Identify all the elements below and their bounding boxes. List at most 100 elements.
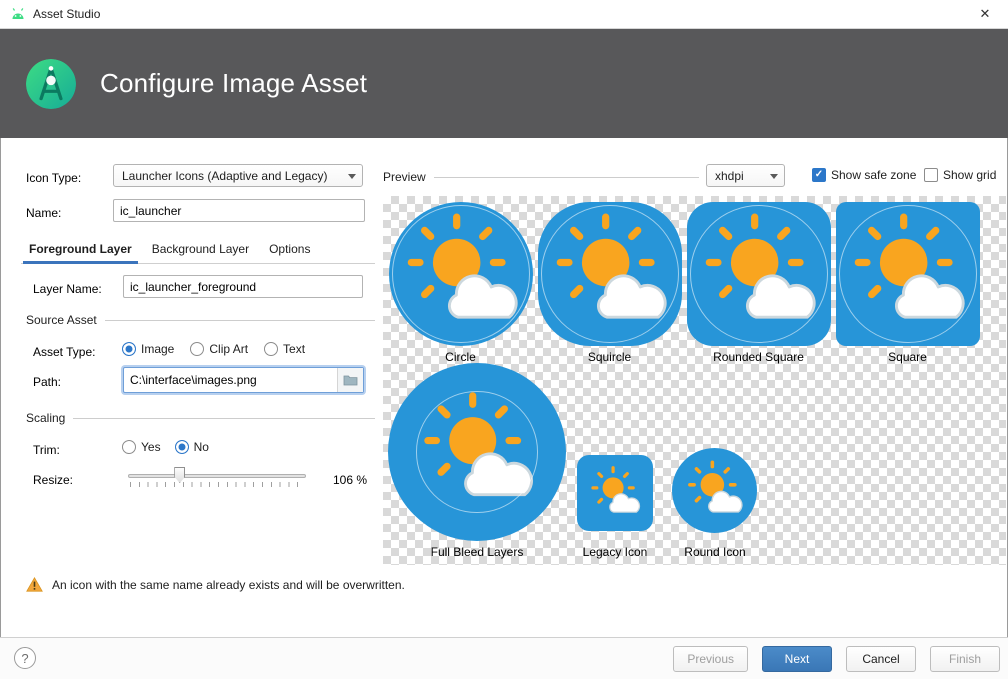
- show-grid-label[interactable]: Show grid: [943, 168, 996, 182]
- radio-trim-yes[interactable]: Yes: [122, 440, 161, 454]
- launcher-icon-rounded-square: [687, 202, 831, 346]
- footer-bar: ? Previous Next Cancel Finish: [0, 637, 1008, 679]
- name-label: Name:: [26, 206, 61, 220]
- slider-ticks: [130, 482, 306, 487]
- window-title: Asset Studio: [33, 7, 100, 21]
- radio-text-label[interactable]: Text: [283, 342, 305, 356]
- sun-cloud-icon: [389, 202, 533, 346]
- launcher-icon-square: [836, 202, 980, 346]
- radio-clip-art-dot[interactable]: [190, 342, 204, 356]
- wizard-header: Configure Image Asset: [0, 29, 1008, 138]
- adaptive-previews-row: Circle Squircle Rounded Square: [388, 202, 980, 364]
- android-icon: [10, 6, 26, 22]
- launcher-icon-circle: [389, 202, 533, 346]
- preview-item: Squircle: [537, 202, 682, 364]
- source-asset-label: Source Asset: [26, 313, 97, 327]
- previous-button[interactable]: Previous: [673, 646, 748, 672]
- asset-studio-window: Asset Studio ✕ Configure Image Asset Ico…: [0, 0, 1008, 679]
- preview-item: Rounded Square: [686, 202, 831, 364]
- resize-slider-thumb[interactable]: [174, 467, 185, 483]
- density-value: xhdpi: [715, 169, 770, 183]
- layer-tabs: Foreground Layer Background Layer Option…: [21, 237, 375, 264]
- chevron-down-icon: [770, 174, 778, 183]
- preview-item: Square: [835, 202, 980, 364]
- scaling-separator: Scaling: [26, 411, 375, 425]
- path-field: [123, 367, 364, 393]
- preview-item-label: Squircle: [588, 350, 631, 364]
- launcher-icon-full-bleed: [388, 363, 566, 541]
- radio-text[interactable]: Text: [264, 342, 305, 356]
- folder-icon: [343, 374, 358, 386]
- name-input[interactable]: [113, 199, 365, 222]
- radio-image-dot[interactable]: [122, 342, 136, 356]
- finish-button[interactable]: Finish: [930, 646, 1000, 672]
- radio-text-dot[interactable]: [264, 342, 278, 356]
- radio-trim-no-dot[interactable]: [175, 440, 189, 454]
- sun-cloud-icon: [388, 363, 566, 541]
- radio-trim-yes-dot[interactable]: [122, 440, 136, 454]
- icon-type-label: Icon Type:: [26, 171, 81, 185]
- density-dropdown[interactable]: xhdpi: [706, 164, 785, 187]
- preview-item: Circle: [388, 202, 533, 364]
- cancel-button[interactable]: Cancel: [846, 646, 916, 672]
- radio-clip-art-label[interactable]: Clip Art: [209, 342, 248, 356]
- preview-separator: Preview: [383, 166, 699, 188]
- page-title: Configure Image Asset: [100, 68, 367, 99]
- launcher-icon-round: [672, 448, 757, 533]
- preview-item-label: Full Bleed Layers: [388, 545, 566, 559]
- icon-type-dropdown[interactable]: Launcher Icons (Adaptive and Legacy): [113, 164, 363, 187]
- layer-name-label: Layer Name:: [33, 282, 102, 296]
- sun-cloud-icon: [672, 448, 757, 533]
- show-safe-zone-checkbox[interactable]: ✓ Show safe zone: [812, 168, 916, 182]
- trim-radio-group: Yes No: [122, 440, 209, 454]
- android-studio-logo-icon: [26, 59, 76, 109]
- preview-panel: Circle Squircle Rounded Square: [383, 196, 1006, 565]
- dialog-buttons: Previous Next Cancel Finish: [673, 646, 1000, 672]
- help-icon[interactable]: ?: [14, 647, 36, 669]
- next-button[interactable]: Next: [762, 646, 832, 672]
- browse-folder-button[interactable]: [337, 368, 363, 392]
- show-grid-checkbox[interactable]: Show grid: [924, 168, 996, 182]
- trim-label: Trim:: [33, 443, 60, 457]
- sun-cloud-icon: [836, 202, 980, 346]
- preview-item-label: Square: [888, 350, 927, 364]
- preview-item-label: Round Icon: [645, 545, 785, 559]
- scaling-label: Scaling: [26, 411, 65, 425]
- preview-item-label: Rounded Square: [713, 350, 804, 364]
- tab-options[interactable]: Options: [261, 237, 318, 263]
- asset-type-label: Asset Type:: [33, 345, 95, 359]
- icon-type-value: Launcher Icons (Adaptive and Legacy): [122, 169, 348, 183]
- radio-trim-yes-label[interactable]: Yes: [141, 440, 161, 454]
- resize-label: Resize:: [33, 473, 73, 487]
- warning-text: An icon with the same name already exist…: [52, 578, 405, 592]
- launcher-icon-squircle: [538, 202, 682, 346]
- radio-trim-no-label[interactable]: No: [194, 440, 209, 454]
- titlebar: Asset Studio ✕: [0, 0, 1008, 29]
- path-input[interactable]: [124, 368, 337, 392]
- radio-clip-art[interactable]: Clip Art: [190, 342, 248, 356]
- radio-image-label[interactable]: Image: [141, 342, 174, 356]
- resize-value: 106 %: [333, 473, 367, 487]
- checkbox-unchecked[interactable]: [924, 168, 938, 182]
- checkbox-check-icon[interactable]: ✓: [812, 168, 826, 182]
- path-label: Path:: [33, 375, 61, 389]
- sun-cloud-icon: [687, 202, 831, 346]
- chevron-down-icon: [348, 174, 356, 183]
- launcher-icon-legacy: [577, 455, 653, 531]
- close-icon[interactable]: ✕: [962, 0, 1008, 28]
- sun-cloud-icon: [538, 202, 682, 346]
- asset-type-radio-group: Image Clip Art Text: [122, 342, 305, 356]
- layer-name-input[interactable]: [123, 275, 363, 298]
- radio-image[interactable]: Image: [122, 342, 174, 356]
- tab-background-layer[interactable]: Background Layer: [144, 237, 257, 263]
- warning-triangle-icon: [26, 577, 43, 592]
- sun-cloud-icon: [577, 455, 653, 531]
- resize-slider[interactable]: [128, 466, 306, 488]
- slider-track: [128, 474, 306, 478]
- preview-item-label: Circle: [445, 350, 476, 364]
- source-asset-separator: Source Asset: [26, 313, 375, 327]
- tab-foreground-layer[interactable]: Foreground Layer: [21, 237, 140, 263]
- radio-trim-no[interactable]: No: [175, 440, 209, 454]
- show-safe-zone-label[interactable]: Show safe zone: [831, 168, 916, 182]
- preview-label: Preview: [383, 170, 426, 184]
